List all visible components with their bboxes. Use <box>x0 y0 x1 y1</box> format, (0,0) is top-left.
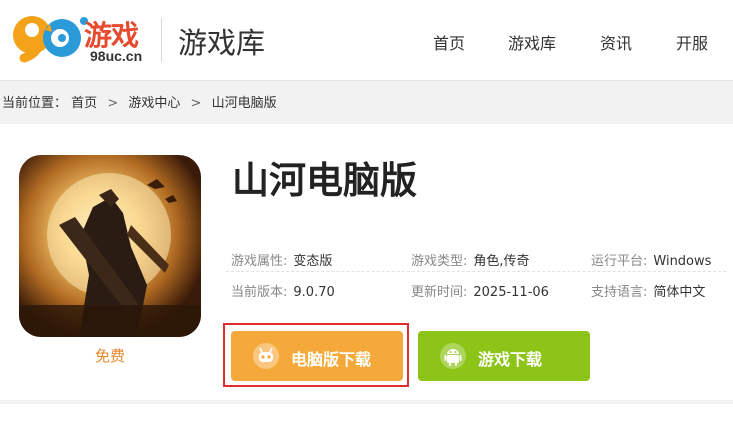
pc-download-button[interactable]: 电脑版下载 <box>231 331 403 381</box>
info-value: Windows <box>653 254 712 269</box>
info-label: 游戏属性: <box>231 254 288 269</box>
pc-download-label: 电脑版下载 <box>291 350 372 369</box>
breadcrumb-home[interactable]: 首页 <box>71 96 97 111</box>
info-genre: 游戏类型: 角色,传奇 <box>411 250 530 269</box>
logo-98-icon <box>13 16 88 63</box>
game-cover-image <box>19 155 201 337</box>
info-value: 简体中文 <box>653 285 706 300</box>
android-icon <box>440 343 466 369</box>
info-update-time: 更新时间: 2025-11-06 <box>411 281 549 300</box>
next-section-card <box>0 404 733 441</box>
info-value: 9.0.70 <box>293 285 335 300</box>
site-header: 游戏 98uc.cn 游戏库 首页 游戏库 资讯 开服 <box>0 0 733 81</box>
logo-divider <box>161 18 162 62</box>
nav-home[interactable]: 首页 <box>433 30 465 54</box>
mobile-download-button[interactable]: 游戏下载 <box>418 331 590 381</box>
breadcrumb-current[interactable]: 山河电脑版 <box>212 96 277 111</box>
nav-game-library[interactable]: 游戏库 <box>508 30 556 54</box>
breadcrumb: 当前位置： 首页 > 游戏中心 > 山河电脑版 <box>2 92 277 111</box>
nav-news[interactable]: 资讯 <box>600 30 632 54</box>
gamepad-robot-icon <box>253 343 279 369</box>
site-logo[interactable]: 游戏 98uc.cn <box>10 6 150 68</box>
breadcrumb-prefix: 当前位置： <box>2 96 68 111</box>
info-divider <box>226 271 726 273</box>
info-label: 更新时间: <box>411 285 468 300</box>
game-title: 山河电脑版 <box>232 159 417 202</box>
breadcrumb-separator: > <box>190 96 202 111</box>
info-label: 当前版本: <box>231 285 288 300</box>
breadcrumb-separator: > <box>107 96 119 111</box>
info-label: 运行平台: <box>591 254 648 269</box>
section-title: 游戏库 <box>178 26 266 60</box>
info-attribute: 游戏属性: 变态版 <box>231 250 333 269</box>
info-value: 2025-11-06 <box>473 285 549 300</box>
mobile-download-label: 游戏下载 <box>478 350 543 369</box>
info-value: 角色,传奇 <box>473 254 530 269</box>
info-platform: 运行平台: Windows <box>591 250 712 269</box>
info-value: 变态版 <box>293 254 333 269</box>
info-label: 游戏类型: <box>411 254 468 269</box>
info-version: 当前版本: 9.0.70 <box>231 281 335 300</box>
game-detail-card: 免费 山河电脑版 游戏属性: 变态版 游戏类型: 角色,传奇 运行平台: Window… <box>0 124 733 400</box>
info-language: 支持语言: 简体中文 <box>591 281 706 300</box>
logo-url-text: 98uc.cn <box>90 48 143 64</box>
price-label: 免费 <box>95 347 126 365</box>
breadcrumb-game-center[interactable]: 游戏中心 <box>128 96 180 111</box>
info-label: 支持语言: <box>591 285 648 300</box>
nav-server-open[interactable]: 开服 <box>676 30 708 54</box>
